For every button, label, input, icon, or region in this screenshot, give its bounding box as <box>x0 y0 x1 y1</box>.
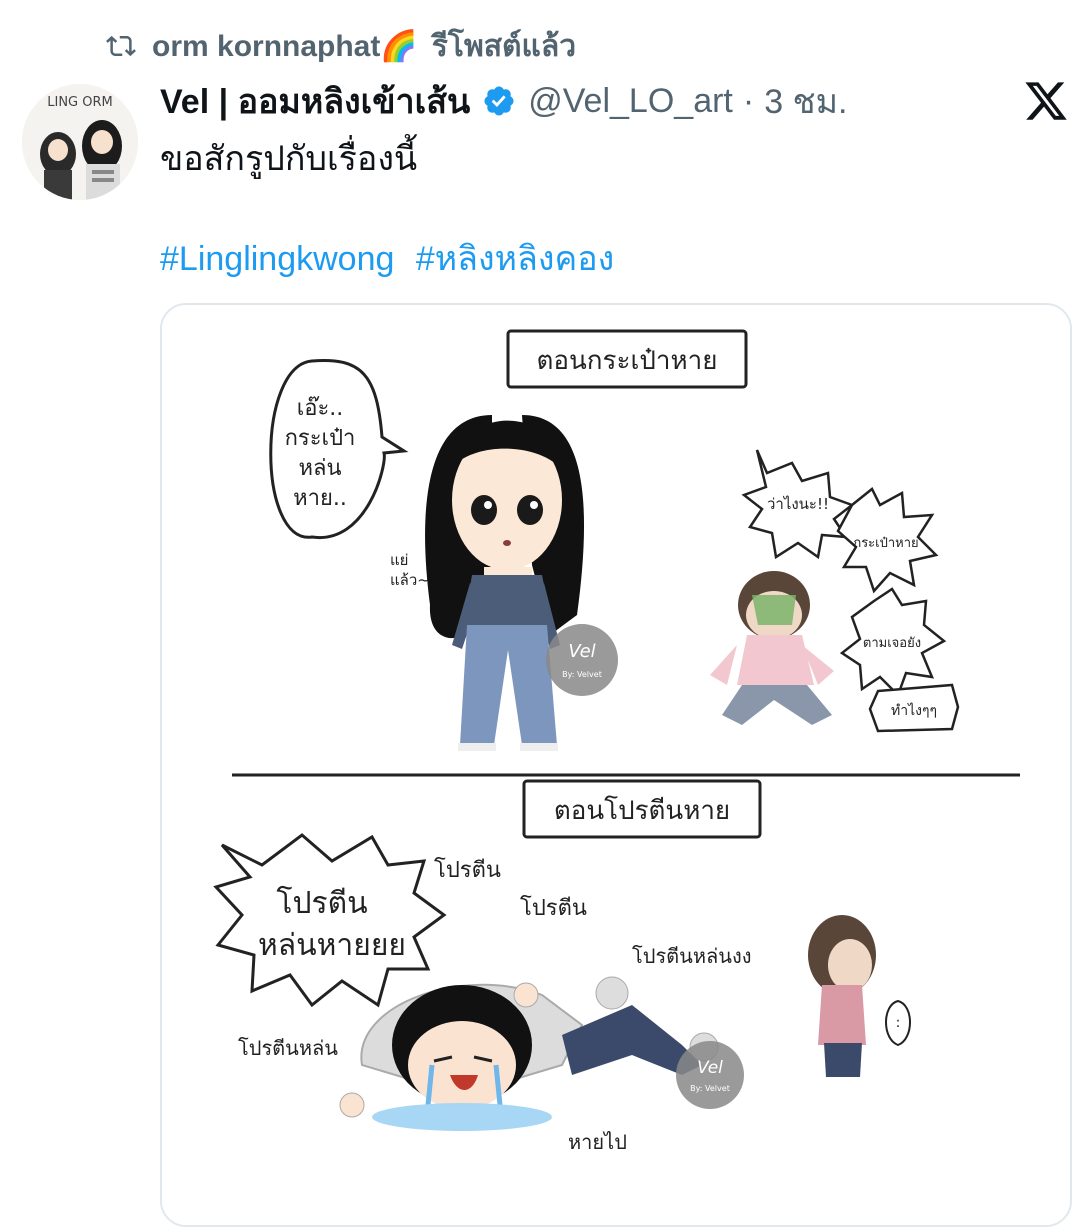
panel2-shout: โปรตีน <box>520 895 587 921</box>
author-handle[interactable]: @Vel_LO_art <box>528 82 733 121</box>
repost-icon <box>104 31 138 61</box>
x-logo-icon[interactable] <box>1022 78 1070 124</box>
panel2-speech-line: โปรตีน <box>276 885 367 921</box>
panel1-aside: แล้ว~ <box>390 571 430 589</box>
hashtag-list: #Linglingkwong #หลิงหลิงคอง <box>160 236 626 282</box>
panel1-bubble: ทำไงๆๆ <box>891 702 937 719</box>
panel1-title: ตอนกระเป๋าหาย <box>537 346 718 376</box>
svg-text:Vel: Vel <box>568 641 595 662</box>
panel2-speech-line: หล่นหายยย <box>258 928 406 963</box>
panel1-aside: แย่ <box>390 551 408 569</box>
watermark-text: By: Velvet <box>562 670 602 679</box>
panel2-shout: หายไป <box>568 1130 627 1154</box>
watermark-text: By: Velvet <box>690 1084 730 1093</box>
svg-text:Vel: Vel <box>697 1058 723 1078</box>
panel2-shout: โปรตีนหล่น <box>238 1036 338 1060</box>
panel1-speech-line: หล่น <box>298 456 341 481</box>
author-name[interactable]: Vel | ออมหลิงเข้าเส้น <box>160 74 470 128</box>
post-media-image[interactable]: ตอนกระเป๋าหาย เอ๊ะ.. กระเป๋า หล่น หาย.. … <box>160 303 1072 1227</box>
panel2-shout: โปรตีนหล่นงง <box>632 944 751 968</box>
panel1-speech-line: เอ๊ะ.. <box>297 396 344 421</box>
panel2-shout: โปรตีน <box>434 857 501 883</box>
post-text: ขอสักรูปกับเรื่องนี้ <box>160 140 418 178</box>
panel2-title: ตอนโปรตีนหาย <box>554 795 730 826</box>
separator-dot: · <box>742 81 755 120</box>
post-time[interactable]: 3 ชม. <box>764 74 847 128</box>
panel1-bubble: ตามเจอยัง <box>863 636 921 651</box>
panel1-speech-line: หาย.. <box>293 486 347 511</box>
repost-indicator: orm kornnaphat🌈 รีโพสต์แล้ว <box>104 26 576 66</box>
post-header: Vel | ออมหลิงเข้าเส้น @Vel_LO_art · 3 ชม… <box>160 78 848 124</box>
panel1-speech-line: กระเป๋า <box>285 426 356 451</box>
repost-label: รีโพสต์แล้ว <box>431 29 577 63</box>
svg-text::: : <box>896 1015 901 1031</box>
avatar[interactable]: LING ORM <box>22 84 138 200</box>
hashtag-link[interactable]: #Linglingkwong <box>160 240 394 278</box>
hashtag-link[interactable]: #หลิงหลิงคอง <box>416 240 614 278</box>
panel1-bubble: ว่าไงนะ!! <box>767 495 829 513</box>
repost-user[interactable]: orm kornnaphat🌈 <box>152 29 418 64</box>
avatar-logo-text: LING ORM <box>47 95 113 110</box>
panel1-bubble: กระเป๋าหาย <box>853 536 918 551</box>
verified-badge-icon <box>482 84 516 118</box>
